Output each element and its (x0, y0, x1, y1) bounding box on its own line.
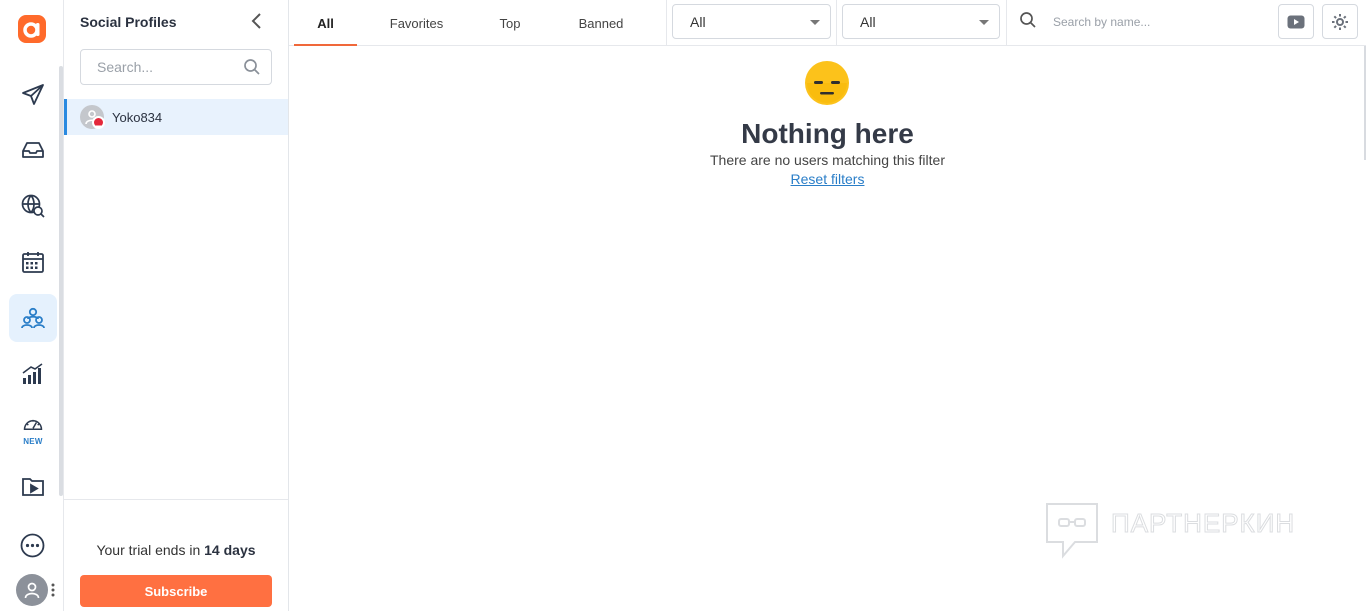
panel-title: Social Profiles (80, 14, 177, 30)
user-icon (24, 582, 40, 599)
filter-toolbar: All Favorites Top Banned All All (289, 0, 1366, 46)
inbox-icon (22, 142, 44, 158)
kebab-menu-icon[interactable] (51, 582, 55, 598)
user-search-input[interactable] (1053, 13, 1243, 31)
search-icon (244, 59, 260, 75)
paper-plane-icon (22, 84, 44, 105)
toolbar-divider (1006, 0, 1007, 45)
nav-media[interactable] (9, 462, 57, 510)
nav-reports-new[interactable]: NEW (9, 406, 57, 454)
video-tutorial-button[interactable] (1278, 4, 1314, 39)
more-options-icon[interactable] (20, 533, 45, 558)
search-icon (1020, 12, 1036, 28)
media-library-icon (22, 478, 44, 496)
tab-favorites[interactable]: Favorites (379, 0, 454, 46)
filter-select-1-value: All (690, 14, 706, 30)
nav-calendar[interactable] (9, 238, 57, 286)
nav-publish[interactable] (9, 71, 57, 119)
chevron-left-icon[interactable] (247, 11, 267, 31)
profile-name: Yoko834 (112, 110, 163, 125)
nav-audience[interactable] (9, 294, 57, 342)
blocked-icon (95, 125, 102, 128)
toolbar-divider (666, 0, 667, 45)
nav-analytics[interactable] (9, 350, 57, 398)
toolbar-divider (836, 0, 837, 45)
play-video-icon (1287, 15, 1305, 28)
blocked-badge (92, 116, 105, 129)
empty-title: Nothing here (741, 118, 914, 149)
nav-listening[interactable] (9, 182, 57, 230)
empty-message: There are no users matching this filter (710, 152, 945, 168)
main-content: All Favorites Top Banned All All Search … (289, 0, 1366, 611)
profile-search-input[interactable] (97, 59, 237, 75)
gear-icon (1332, 13, 1348, 30)
globe-search-icon (21, 194, 45, 218)
new-tag: NEW (23, 437, 43, 446)
trial-footer: Your trial ends in 14 days Subscribe (64, 499, 288, 611)
caret-down-icon (979, 20, 989, 25)
trial-days: 14 days (204, 542, 256, 558)
icon-rail: NEW (0, 0, 64, 611)
subscribe-button[interactable]: Subscribe (80, 575, 272, 607)
app-root: NEW Social Profiles Search... Yoko834 Yo… (0, 0, 1366, 611)
speedometer-icon (23, 419, 43, 430)
reset-filters-link[interactable]: Reset filters (289, 171, 1366, 187)
nav-inbox[interactable] (9, 126, 57, 174)
profile-item[interactable]: Yoko834 (64, 99, 288, 135)
social-profiles-panel: Social Profiles Yoko834 Your trial ends … (64, 0, 289, 611)
profile-search-box (80, 49, 272, 85)
tab-banned[interactable]: Banned (569, 0, 633, 46)
caret-down-icon (810, 20, 820, 25)
settings-button[interactable] (1322, 4, 1358, 39)
trial-prefix: Your trial ends in (96, 542, 205, 558)
tab-top[interactable]: Top (487, 0, 533, 46)
filter-select-2[interactable]: All (842, 4, 1000, 39)
calendar-icon (22, 252, 44, 273)
filter-select-1[interactable]: All (672, 4, 831, 39)
bar-chart-icon (22, 363, 43, 384)
rail-scrollbar[interactable] (59, 66, 63, 496)
watermark: ПАРТНЕРКИН (1045, 502, 1325, 560)
app-logo-icon[interactable] (18, 15, 46, 43)
expressionless-face-icon (805, 61, 849, 105)
users-group-icon (21, 307, 45, 329)
trial-notice: Your trial ends in 14 days (64, 542, 288, 558)
watermark-text: ПАРТНЕРКИН (1110, 508, 1296, 539)
tab-all[interactable]: All (294, 0, 357, 46)
watermark-chat-icon (1046, 503, 1098, 559)
filter-select-2-value: All (860, 14, 876, 30)
user-avatar[interactable] (16, 574, 48, 606)
